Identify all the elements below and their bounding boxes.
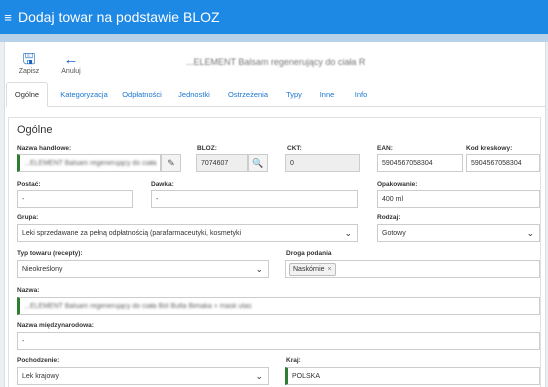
chevron-down-icon: ⌄ [526,228,534,238]
header-subbar [0,34,548,42]
package-value: 400 ml [382,195,404,203]
dose-label: Dawka: [151,181,174,188]
chevron-down-icon: ⌄ [344,228,352,238]
route-label: Droga podania [286,250,332,257]
trade-name-value: ...ELEMENT Balsam regenerujący do ciała [24,159,157,167]
group-select[interactable]: Leki sprzedawane za pełną odpłatnością (… [17,224,358,242]
bloz-value: 7074607 [201,159,229,167]
tab-jednostki[interactable]: Jednostki [172,82,216,107]
search-icon: 🔍 [252,157,264,168]
bloz-label: BLOZ: [197,145,217,152]
ckt-label: CKT: [287,145,302,152]
kind-label: Rodzaj: [377,214,401,221]
cancel-button[interactable]: ← Anuluj [58,51,84,76]
country-label: Kraj: [286,357,301,364]
pencil-icon: ✎ [167,157,175,168]
route-tag: Naskórnie × [289,263,336,276]
origin-label: Pochodzenie: [17,357,60,364]
save-button[interactable]: 🖫 Zapisz [16,51,42,76]
intl-name-label: Nazwa międzynarodowa: [17,322,94,329]
intl-name-value: - [22,337,25,345]
origin-value: Lek krajowy [22,372,59,380]
tab-typy[interactable]: Typy [282,82,306,107]
tab-ogolne[interactable]: Ogólne [6,82,48,107]
country-value: POLSKA [292,372,321,380]
floppy-disk-icon: 🖫 [22,51,36,68]
form-field[interactable]: - [17,190,133,208]
arrow-left-icon: ← [63,51,79,68]
remove-tag-icon[interactable]: × [328,266,332,273]
section-title: Ogólne [17,124,53,136]
route-tag-label: Naskórnie [293,266,325,273]
dose-value: - [156,195,159,203]
tab-bar: Ogólne Kategoryzacja Odpłatności Jednost… [6,82,546,107]
bloz-search-button[interactable]: 🔍 [248,154,268,172]
form-label: Postać: [17,181,41,188]
product-type-label: Typ towaru (recepty): [17,250,83,257]
group-label: Grupa: [17,214,39,221]
ean-value: 5904567058304 [382,159,433,167]
page-title: Dodaj towar na podstawie BLOZ [18,9,220,25]
kind-select[interactable]: Gotowy ⌄ [377,224,540,242]
tab-odplatnosci[interactable]: Odpłatności [116,82,168,107]
tab-ostrzezenia[interactable]: Ostrzeżenia [222,82,274,107]
package-label: Opakowanie: [377,181,418,188]
tab-inne[interactable]: Inne [316,82,338,107]
country-field[interactable]: POLSKA [285,367,540,385]
chevron-down-icon: ⌄ [255,371,263,381]
name-label: Nazwa: [17,287,40,294]
origin-select[interactable]: Lek krajowy ⌄ [17,367,269,385]
ckt-field[interactable]: 0 [285,154,360,172]
form-value: - [22,195,25,203]
barcode-field[interactable]: 5904567058304 [466,154,540,172]
barcode-label: Kod kreskowy: [466,145,513,152]
kind-value: Gotowy [382,229,406,237]
product-type-value: Nieokreślony [22,265,63,273]
trade-name-label: Nazwa handlowe: [17,145,72,152]
edit-button[interactable]: ✎ [161,154,181,172]
tab-kategoryzacja[interactable]: Kategoryzacja [54,82,114,107]
bloz-field[interactable]: 7074607 [196,154,248,172]
name-value: ...ELEMENT Balsam regenerujący do ciała … [24,302,252,310]
group-value: Leki sprzedawane za pełną odpłatnością (… [22,229,242,237]
hamburger-icon[interactable]: ≡ [1,11,15,24]
dose-field[interactable]: - [151,190,358,208]
ean-label: EAN: [377,145,393,152]
barcode-value: 5904567058304 [471,159,522,167]
trade-name-field[interactable]: ...ELEMENT Balsam regenerujący do ciała [17,154,161,172]
intl-name-field[interactable]: - [17,332,540,350]
ean-field[interactable]: 5904567058304 [377,154,463,172]
product-type-select[interactable]: Nieokreślony ⌄ [17,260,269,278]
app-header: ≡ Dodaj towar na podstawie BLOZ [0,0,548,34]
chevron-down-icon: ⌄ [255,264,263,274]
name-field[interactable]: ...ELEMENT Balsam regenerujący do ciała … [17,297,540,315]
save-label: Zapisz [18,68,40,75]
package-field[interactable]: 400 ml [377,190,540,208]
product-title: ...ELEMENT Balsam regenerujący do ciała … [186,57,366,67]
tab-info[interactable]: Info [350,82,372,107]
cancel-label: Anuluj [61,68,81,75]
ckt-value: 0 [290,159,294,167]
